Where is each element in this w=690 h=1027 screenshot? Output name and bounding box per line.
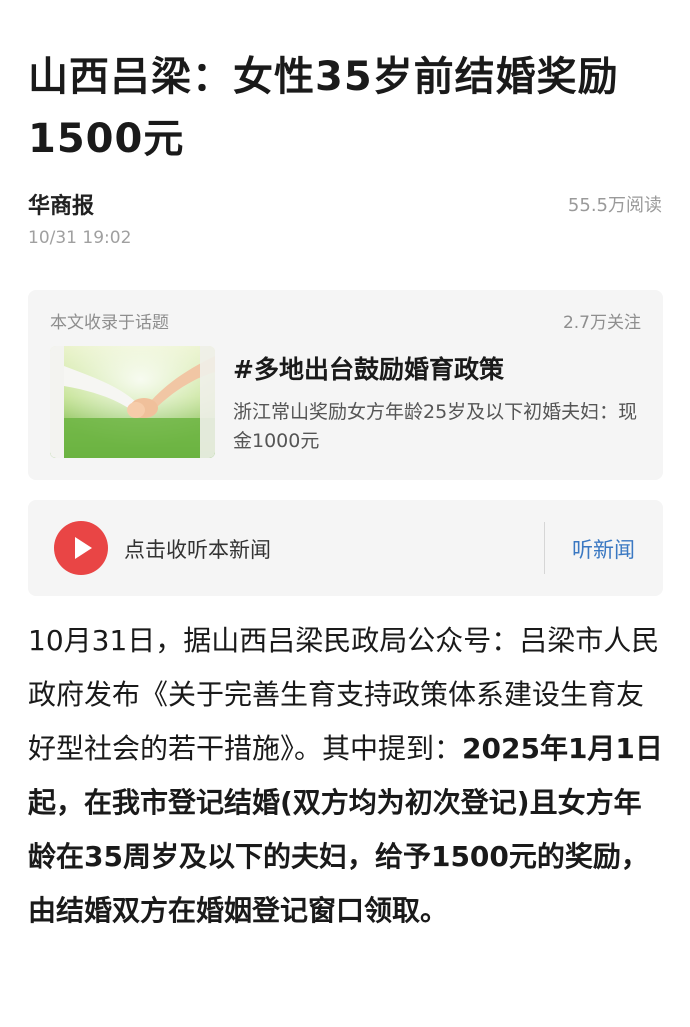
publish-time: 10/31 19:02: [28, 228, 132, 248]
topic-card[interactable]: 本文收录于话题 2.7万关注 #多地出台鼓励婚育政策 浙江常山奖励女方年龄25岁…: [28, 290, 663, 480]
topic-title[interactable]: #多地出台鼓励婚育政策: [233, 350, 504, 386]
topic-caption: 本文收录于话题: [50, 313, 169, 333]
article-headline: 山西吕梁：女性35岁前结婚奖励1500元: [28, 54, 619, 162]
topic-follow-count: 2.7万关注: [562, 313, 641, 333]
source-name[interactable]: 华商报: [28, 188, 94, 220]
play-button[interactable]: [54, 521, 108, 575]
listen-label[interactable]: 点击收听本新闻: [124, 534, 271, 564]
topic-thumbnail[interactable]: [50, 346, 215, 458]
read-count: 55.5万阅读: [567, 195, 662, 216]
divider: [544, 522, 545, 574]
topic-description: 浙江常山奖励女方年龄25岁及以下初婚夫妇：现金1000元: [233, 401, 638, 452]
listen-news-bar[interactable]: 点击收听本新闻 听新闻: [28, 500, 663, 596]
holding-hands-image: [50, 346, 215, 458]
play-icon: [75, 537, 92, 559]
listen-news-link[interactable]: 听新闻: [572, 534, 635, 564]
article-body: 10月31日，据山西吕梁民政局公众号：吕梁市人民政府发布《关于完善生育支持政策体…: [28, 614, 668, 938]
article-page: 山西吕梁：女性35岁前结婚奖励1500元 华商报 55.5万阅读 10/31 1…: [0, 0, 690, 1027]
